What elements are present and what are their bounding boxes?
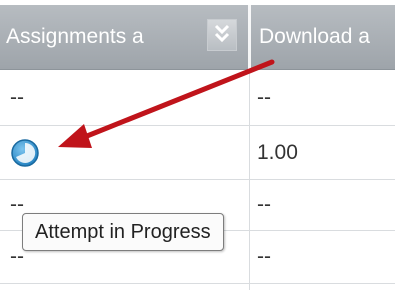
assignment-cell bbox=[10, 126, 245, 179]
download-cell: -- bbox=[257, 85, 271, 109]
table-row: -- -- bbox=[0, 70, 395, 126]
download-cell[interactable]: 1.00 bbox=[257, 126, 387, 179]
column-header-label: Assignments a bbox=[6, 25, 144, 48]
column-header-download[interactable]: Download a bbox=[251, 5, 395, 69]
download-cell: -- bbox=[257, 245, 271, 268]
column-sort-button[interactable] bbox=[207, 19, 237, 51]
download-cell: -- bbox=[257, 193, 271, 216]
attempt-in-progress-icon[interactable] bbox=[10, 138, 40, 168]
tooltip: Attempt in Progress bbox=[22, 213, 224, 251]
tooltip-text: Attempt in Progress bbox=[35, 220, 211, 243]
table-row: 1.00 bbox=[0, 126, 395, 180]
assignment-cell: -- bbox=[10, 85, 24, 109]
sort-chevron-icon bbox=[213, 23, 231, 48]
table-header: Assignments a Download a bbox=[0, 5, 395, 70]
column-header-label: Download a bbox=[259, 25, 370, 48]
column-divider bbox=[249, 70, 250, 290]
